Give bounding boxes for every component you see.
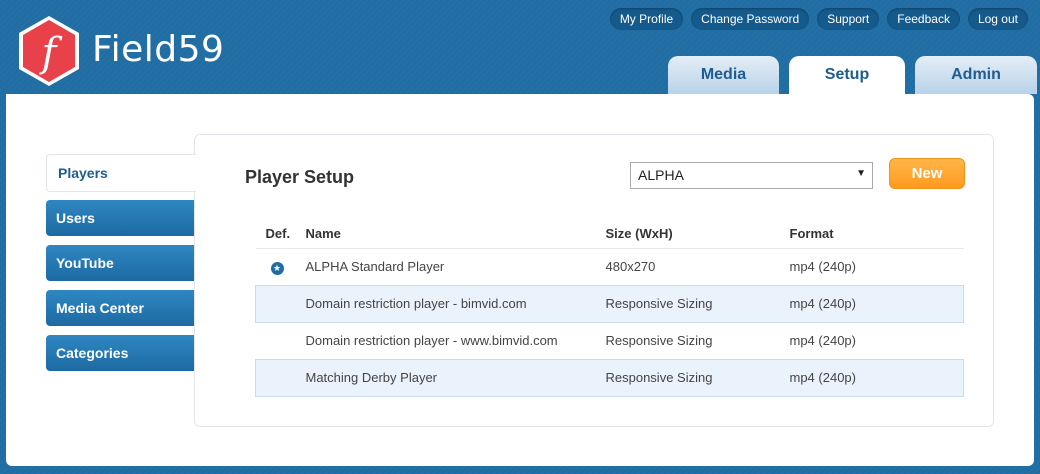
sidebar-item-categories[interactable]: Categories: [46, 335, 194, 371]
player-format-cell: mp4 (240p): [789, 284, 964, 323]
player-group-select[interactable]: ALPHA ▼: [630, 162, 873, 189]
column-header-default: Def.: [255, 220, 306, 249]
player-name-cell[interactable]: Domain restriction player - bimvid.com: [305, 284, 606, 323]
change-password-link[interactable]: Change Password: [691, 8, 810, 30]
player-size-cell: Responsive Sizing: [605, 358, 790, 397]
top-links: My Profile Change Password Support Feedb…: [609, 8, 1028, 30]
tab-media[interactable]: Media: [668, 56, 779, 94]
main-panel: Players Users YouTube Media Center Categ…: [6, 94, 1034, 466]
player-group-select-value: ALPHA: [638, 167, 684, 183]
sidebar-item-media-center[interactable]: Media Center: [46, 290, 194, 326]
sidebar-item-youtube[interactable]: YouTube: [46, 245, 194, 281]
logout-link[interactable]: Log out: [967, 8, 1028, 30]
sidebar-item-players[interactable]: Players: [46, 154, 196, 192]
default-cell: [255, 284, 306, 323]
main-tabs: Media Setup Admin: [668, 56, 1037, 94]
column-header-size: Size (WxH): [605, 220, 790, 249]
tab-setup[interactable]: Setup: [789, 56, 905, 94]
table-row[interactable]: Domain restriction player - bimvid.com R…: [255, 284, 964, 323]
page-title: Player Setup: [245, 167, 355, 187]
players-table: Def. Name Size (WxH) Format ★ ALPHA Stan…: [255, 220, 964, 397]
player-format-cell: mp4 (240p): [789, 358, 964, 397]
default-cell: ★: [256, 248, 306, 285]
player-format-cell: mp4 (240p): [789, 259, 856, 274]
sidebar-item-users[interactable]: Users: [46, 200, 194, 236]
table-row[interactable]: Matching Derby Player Responsive Sizing …: [255, 358, 964, 397]
player-size-cell: Responsive Sizing: [605, 284, 790, 323]
player-size-cell: 480x270: [605, 259, 656, 274]
table-row[interactable]: Domain restriction player - www.bimvid.c…: [256, 322, 964, 359]
brand-name: Field59: [92, 28, 225, 70]
brand-logo[interactable]: f Field59: [16, 14, 224, 88]
player-name-cell[interactable]: Domain restriction player - www.bimvid.c…: [306, 322, 606, 359]
support-link[interactable]: Support: [817, 8, 880, 30]
player-format-cell: mp4 (240p): [789, 333, 856, 348]
default-cell: [256, 322, 306, 359]
player-name-cell[interactable]: ALPHA Standard Player: [306, 248, 606, 285]
star-icon[interactable]: ★: [270, 261, 284, 275]
my-profile-link[interactable]: My Profile: [609, 8, 684, 30]
player-size-cell: Responsive Sizing: [605, 333, 713, 348]
column-header-format: Format: [789, 220, 964, 249]
dropdown-arrow-icon: ▼: [856, 168, 866, 179]
table-row[interactable]: ★ ALPHA Standard Player 480x270 mp4 (240…: [256, 248, 964, 285]
player-name-cell[interactable]: Matching Derby Player: [305, 358, 606, 397]
player-setup-panel: Player Setup ALPHA ▼ New Def. Name Size …: [194, 134, 994, 427]
tab-admin[interactable]: Admin: [915, 56, 1037, 94]
table-header-row: Def. Name Size (WxH) Format: [255, 220, 964, 249]
default-cell: [255, 358, 306, 397]
column-header-name: Name: [305, 220, 606, 249]
sidebar: Players Users YouTube Media Center Categ…: [46, 154, 196, 380]
new-player-button[interactable]: New: [889, 158, 965, 189]
field59-logo-icon: f: [16, 14, 82, 88]
feedback-link[interactable]: Feedback: [887, 8, 960, 30]
